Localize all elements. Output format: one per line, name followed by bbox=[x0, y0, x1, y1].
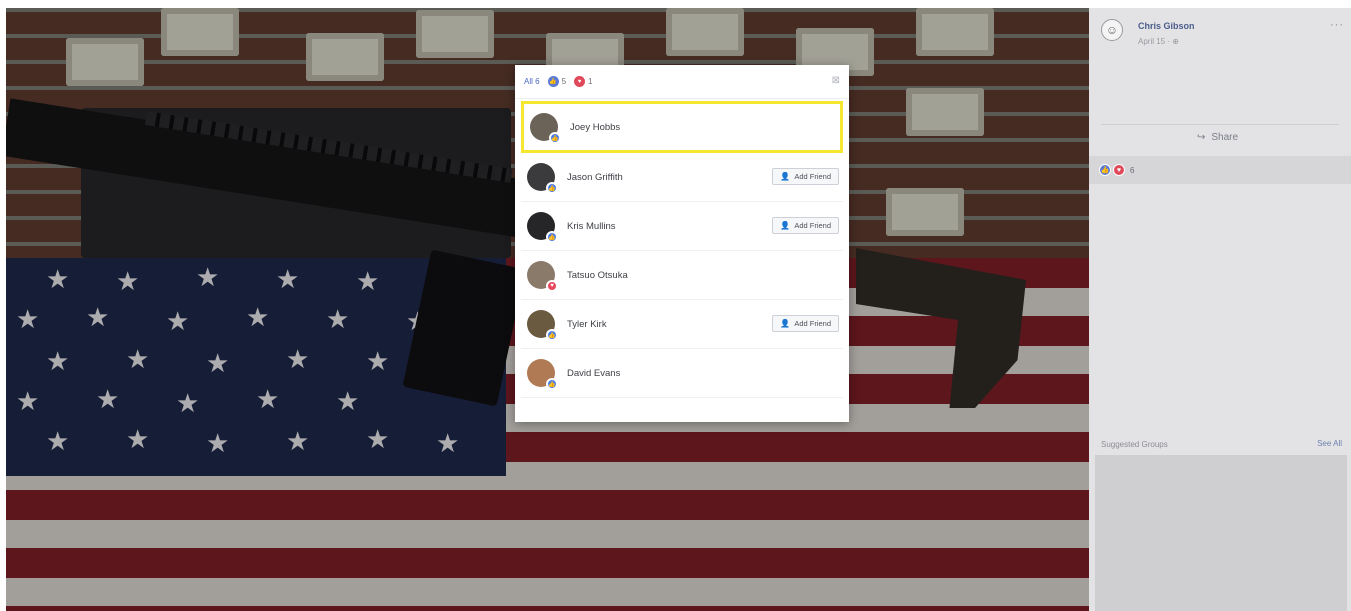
like-icon: 👍 bbox=[549, 132, 561, 144]
reactor-row[interactable]: 👍 David Evans bbox=[521, 349, 843, 398]
see-all-link[interactable]: See All bbox=[1317, 439, 1342, 448]
reactor-name[interactable]: Tyler Kirk bbox=[567, 319, 607, 330]
add-friend-label: Add Friend bbox=[794, 319, 831, 328]
avatar[interactable]: 👍 bbox=[527, 212, 558, 243]
reactor-row[interactable]: 👍 Tyler Kirk 👤 Add Friend bbox=[521, 300, 843, 349]
share-button[interactable]: ↪ Share bbox=[1197, 132, 1238, 143]
author-name[interactable]: Chris Gibson bbox=[1138, 21, 1195, 31]
tab-like-count: 5 bbox=[561, 77, 567, 86]
share-icon: ↪ bbox=[1197, 132, 1206, 143]
add-friend-button[interactable]: 👤 Add Friend bbox=[772, 315, 839, 332]
like-icon: 👍 bbox=[546, 329, 558, 341]
avatar[interactable]: 👍 bbox=[527, 310, 558, 341]
like-icon: 👍 bbox=[1099, 164, 1111, 176]
share-label: Share bbox=[1211, 132, 1239, 143]
avatar[interactable]: ♥ bbox=[527, 261, 558, 292]
post-date[interactable]: April 15 · ⊕ bbox=[1138, 37, 1179, 46]
reactions-summary[interactable]: 👍 ♥ 6 bbox=[1089, 156, 1351, 184]
tab-love[interactable]: ♥ 1 bbox=[574, 76, 592, 87]
reactor-name[interactable]: Kris Mullins bbox=[567, 221, 616, 232]
add-friend-button[interactable]: 👤 Add Friend bbox=[772, 168, 839, 185]
reactions-modal: All 6 👍 5 ♥ 1 ⊠ 👍 Joey Hobbs 👍 Jason Griffi… bbox=[515, 65, 849, 422]
reactor-row[interactable]: ♥ Tatsuo Otsuka bbox=[521, 251, 843, 300]
love-icon: ♥ bbox=[574, 76, 586, 87]
tab-all-label: All 6 bbox=[524, 77, 540, 86]
add-friend-label: Add Friend bbox=[794, 172, 831, 181]
close-icon[interactable]: ⊠ bbox=[832, 75, 840, 86]
avatar[interactable]: 👍 bbox=[530, 113, 561, 144]
reactor-row[interactable]: 👍 Kris Mullins 👤 Add Friend bbox=[521, 202, 843, 251]
like-icon: 👍 bbox=[546, 182, 558, 194]
avatar[interactable]: 👍 bbox=[527, 163, 558, 194]
author-avatar[interactable]: ☺ bbox=[1101, 19, 1123, 41]
suggested-groups-label: Suggested Groups bbox=[1101, 440, 1168, 449]
reaction-count: 6 bbox=[1130, 165, 1135, 175]
reactor-name[interactable]: Jason Griffith bbox=[567, 172, 623, 183]
reactor-name[interactable]: Joey Hobbs bbox=[570, 122, 620, 133]
love-icon: ♥ bbox=[1113, 164, 1125, 176]
post-side-panel: ☺ Chris Gibson April 15 · ⊕ ··· ↪ Share … bbox=[1089, 8, 1351, 611]
reactor-name[interactable]: Tatsuo Otsuka bbox=[567, 270, 628, 281]
reaction-tabs: All 6 👍 5 ♥ 1 bbox=[515, 65, 849, 99]
like-icon: 👍 bbox=[547, 76, 559, 87]
like-icon: 👍 bbox=[546, 378, 558, 390]
reactors-list: 👍 Joey Hobbs 👍 Jason Griffith 👤 Add Friend 👍 Kr… bbox=[515, 99, 849, 398]
more-options-icon[interactable]: ··· bbox=[1330, 19, 1344, 31]
divider bbox=[1101, 124, 1339, 125]
reactor-row[interactable]: 👍 Joey Hobbs bbox=[521, 101, 843, 153]
add-friend-icon: 👤 bbox=[780, 221, 791, 230]
reactor-name[interactable]: David Evans bbox=[567, 368, 620, 379]
suggested-groups-box bbox=[1095, 455, 1347, 611]
love-icon: ♥ bbox=[546, 280, 558, 292]
reactor-row[interactable]: 👍 Jason Griffith 👤 Add Friend bbox=[521, 153, 843, 202]
like-icon: 👍 bbox=[546, 231, 558, 243]
add-friend-icon: 👤 bbox=[780, 172, 791, 181]
add-friend-icon: 👤 bbox=[780, 319, 791, 328]
avatar[interactable]: 👍 bbox=[527, 359, 558, 390]
add-friend-label: Add Friend bbox=[794, 221, 831, 230]
tab-all[interactable]: All 6 bbox=[524, 77, 540, 86]
add-friend-button[interactable]: 👤 Add Friend bbox=[772, 217, 839, 234]
tab-like[interactable]: 👍 5 bbox=[547, 76, 567, 87]
tab-love-count: 1 bbox=[588, 77, 593, 86]
